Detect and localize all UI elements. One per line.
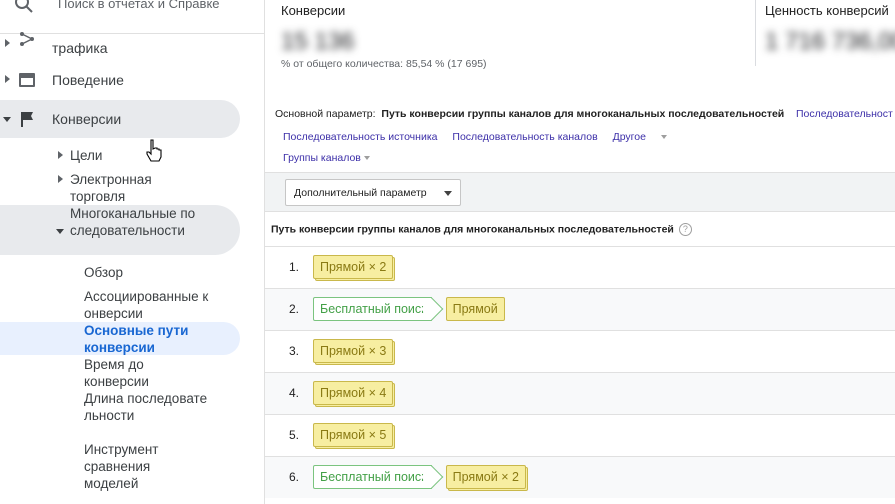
channel-chip-organic: Бесплатный поиск: [313, 297, 432, 321]
channel-chip-direct: Прямой × 2: [445, 465, 526, 489]
acquisition-icon: [20, 32, 34, 46]
sidebar-leaf-overview[interactable]: Обзор: [84, 264, 214, 281]
dimension-link-channel-path[interactable]: Последовательность каналов: [452, 131, 597, 143]
sidebar-subitem-mcf[interactable]: Многоканальные последовательности: [56, 205, 200, 239]
row-number: 2.: [289, 302, 300, 316]
metric-title: Ценность конверсий: [765, 3, 889, 18]
path-chips: Прямой × 4: [313, 381, 399, 405]
table-row: 2. Бесплатный поиск Прямой: [265, 288, 895, 330]
hand-cursor-icon: [146, 139, 162, 162]
table-row: 1. Прямой × 2: [265, 246, 895, 288]
sidebar-item-label: Конверсии: [52, 111, 122, 127]
row-number: 4.: [289, 386, 300, 400]
search-input[interactable]: Поиск в отчетах и Справке: [58, 0, 220, 11]
row-number: 1.: [289, 260, 300, 274]
channel-chip-direct: Прямой × 2: [313, 255, 394, 279]
secondary-dimension-dropdown[interactable]: Дополнительный параметр: [285, 179, 461, 206]
chevron-down-icon: [660, 135, 667, 140]
sidebar-leaf-top-conversion-paths[interactable]: Основные пути конверсии: [84, 322, 204, 356]
dimension-link-truncated[interactable]: Последовательност: [796, 108, 893, 120]
primary-dimension-current: Путь конверсии группы каналов для многок…: [381, 108, 785, 120]
caret-down-icon: [3, 117, 11, 122]
sidebar-leaf-assisted-conversions[interactable]: Ассоциированные конверсии: [84, 288, 214, 322]
table-row: 6. Бесплатный поиск Прямой × 2: [265, 456, 895, 498]
sidebar-leaf-time-lag[interactable]: Время до конверсии: [84, 356, 184, 390]
dimension-link-source-path[interactable]: Последовательность источника: [283, 131, 438, 143]
path-chips: Прямой × 2: [313, 255, 399, 279]
row-number: 6.: [289, 470, 300, 484]
metric-subtitle: % от общего количества: 85,54 % (17 695): [281, 58, 487, 70]
path-chips: Прямой × 5: [313, 423, 399, 447]
table-row: 3. Прямой × 3: [265, 330, 895, 372]
dimension-link-channel-groups[interactable]: Группы каналов: [283, 152, 370, 164]
metric-title: Конверсии: [281, 3, 346, 18]
metric-value: 15 136: [281, 28, 355, 55]
behavior-icon: [19, 73, 35, 87]
channel-chip-direct: Прямой × 5: [313, 423, 394, 447]
path-chips: Бесплатный поиск Прямой: [313, 297, 511, 321]
chevron-down-icon: [363, 156, 370, 161]
channel-chip-direct: Прямой × 4: [313, 381, 394, 405]
flag-icon: [21, 112, 33, 127]
sidebar-item-label: трафика: [52, 40, 108, 56]
table-toolbar: Дополнительный параметр: [265, 172, 895, 212]
table-header-label: Путь конверсии группы каналов для многок…: [271, 223, 674, 236]
metric-card-conversion-value[interactable]: Ценность конверсий 1 716 736,00: [756, 0, 895, 72]
caret-right-icon: [58, 151, 63, 159]
row-number: 3.: [289, 344, 300, 358]
primary-dimension-label: Основной параметр:: [275, 108, 376, 120]
sidebar-subitem-goals[interactable]: Цели: [58, 147, 103, 164]
chevron-down-icon: [444, 191, 452, 196]
table-row: 5. Прямой × 5: [265, 414, 895, 456]
path-chips: Бесплатный поиск Прямой × 2: [313, 465, 532, 489]
dimension-links-2: Группы каналов: [283, 152, 370, 164]
dimension-link-other[interactable]: Другое: [613, 131, 667, 143]
dimension-link-other-label: Другое: [612, 131, 646, 143]
main-content: Конверсии 15 136 % от общего количества:…: [265, 0, 895, 504]
metric-value: 1 716 736,00: [765, 28, 895, 55]
sidebar-item-label: Поведение: [52, 72, 124, 88]
table-header: Путь конверсии группы каналов для многок…: [271, 223, 692, 236]
caret-down-icon: [56, 229, 64, 234]
caret-right-icon: [5, 75, 10, 83]
path-chips: Прямой × 3: [313, 339, 399, 363]
dimension-links: Последовательность источника Последовате…: [283, 131, 679, 143]
sidebar-leaf-path-length[interactable]: Длина последовательности: [84, 390, 214, 424]
sidebar-subitem-ecommerce[interactable]: Электронная торговля: [58, 171, 180, 205]
subitem-label: Цели: [70, 148, 103, 163]
metric-card-conversions[interactable]: Конверсии 15 136 % от общего количества:…: [265, 0, 755, 72]
dimension-link-channel-groups-label: Группы каналов: [283, 152, 361, 164]
subitem-label: Электронная торговля: [70, 172, 152, 204]
sidebar: Поиск в отчетах и Справке трафика Поведе…: [0, 0, 265, 504]
sidebar-item-conversions[interactable]: Конверсии: [0, 109, 264, 131]
caret-right-icon: [58, 175, 63, 183]
channel-chip-direct: Прямой: [445, 297, 505, 321]
help-icon[interactable]: ?: [678, 223, 692, 236]
sidebar-item-behavior[interactable]: Поведение: [0, 70, 264, 92]
primary-dimension-row: Основной параметр: Путь конверсии группы…: [275, 108, 893, 120]
sidebar-leaf-model-comparison[interactable]: Инструмент сравнения моделей: [84, 441, 184, 492]
sidebar-item-acquisition[interactable]: трафика: [0, 32, 264, 60]
channel-chip-organic: Бесплатный поиск: [313, 465, 432, 489]
caret-right-icon: [5, 39, 10, 47]
secondary-dimension-label: Дополнительный параметр: [294, 187, 427, 199]
row-number: 5.: [289, 428, 300, 442]
table-row: 4. Прямой × 4: [265, 372, 895, 414]
search-bar[interactable]: Поиск в отчетах и Справке: [0, 0, 264, 34]
search-icon: [15, 0, 33, 13]
subitem-label: Многоканальные последовательности: [70, 206, 196, 238]
channel-chip-direct: Прямой × 3: [313, 339, 394, 363]
